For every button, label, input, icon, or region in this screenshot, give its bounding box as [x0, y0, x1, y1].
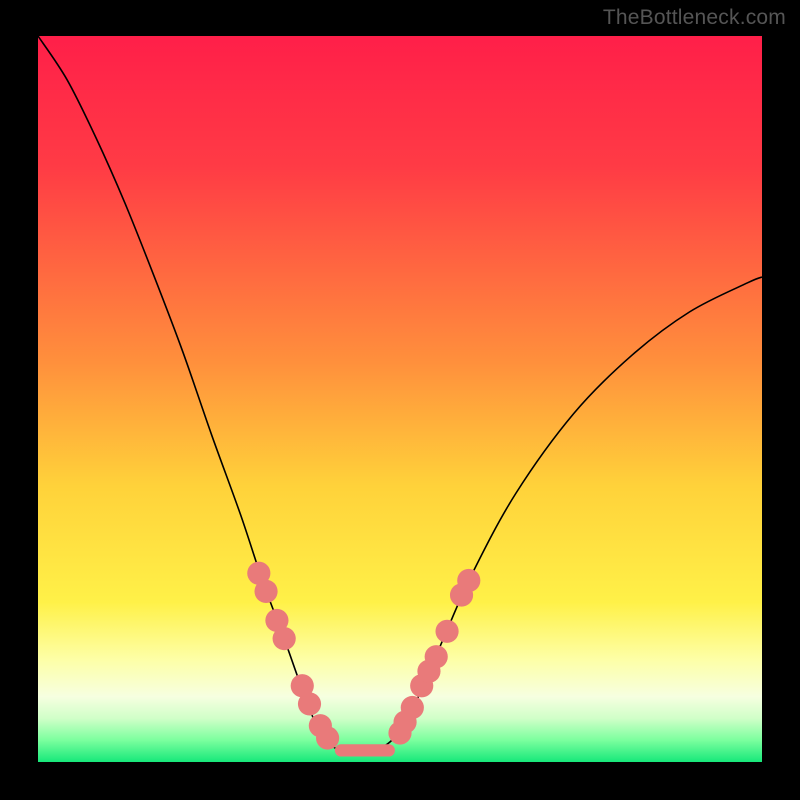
bottleneck-chart [38, 36, 762, 762]
chart-frame: TheBottleneck.com [0, 0, 800, 800]
gradient-background [38, 36, 762, 762]
trough-band [335, 744, 395, 756]
plot-area [38, 36, 762, 762]
watermark-text: TheBottleneck.com [603, 6, 786, 30]
